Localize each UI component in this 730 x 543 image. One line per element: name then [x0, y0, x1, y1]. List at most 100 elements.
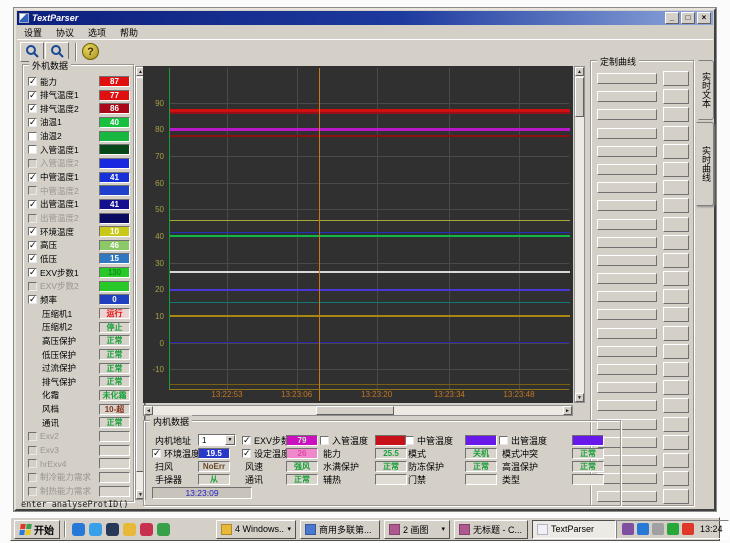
task-button[interactable]: 2 画图▾ [384, 520, 450, 539]
mail-icon[interactable] [89, 523, 102, 536]
curve-name-slot[interactable] [597, 273, 657, 284]
curve-name-slot[interactable] [597, 182, 657, 193]
curve-name-slot[interactable] [597, 291, 657, 302]
menu-item[interactable]: 协议 [49, 26, 81, 39]
chart-hscroll-thumb[interactable] [316, 406, 394, 415]
curve-name-slot[interactable] [597, 73, 657, 84]
plot-area[interactable] [169, 68, 569, 388]
curve-value-slot[interactable] [663, 162, 689, 177]
curve-value-slot[interactable] [663, 235, 689, 250]
messenger-icon[interactable] [157, 523, 170, 536]
curve-value-slot[interactable] [663, 398, 689, 413]
curve-value-slot[interactable] [663, 89, 689, 104]
checkbox[interactable]: ✓ [28, 268, 37, 277]
maximize-button[interactable]: □ [681, 12, 695, 24]
curve-name-slot[interactable] [597, 328, 657, 339]
curve-value-slot[interactable] [663, 417, 689, 432]
folder-icon[interactable] [123, 523, 136, 536]
curve-name-slot[interactable] [597, 346, 657, 357]
curve-value-slot[interactable] [663, 217, 689, 232]
checkbox[interactable] [499, 436, 508, 445]
curve-name-slot[interactable] [597, 200, 657, 211]
curve-name-slot[interactable] [597, 164, 657, 175]
network-icon[interactable] [637, 523, 649, 535]
curve-name-slot[interactable] [597, 255, 657, 266]
chart-vertical-scrollbar[interactable]: ▲ ▼ [574, 66, 585, 403]
checkbox[interactable]: ✓ [242, 449, 251, 458]
curve-value-slot[interactable] [663, 271, 689, 286]
checkbox[interactable]: ✓ [28, 173, 37, 182]
checkbox[interactable]: ✓ [28, 295, 37, 304]
im-icon[interactable] [667, 523, 679, 535]
curve-value-slot[interactable] [663, 362, 689, 377]
curve-value-slot[interactable] [663, 107, 689, 122]
curve-name-slot[interactable] [597, 109, 657, 120]
tab-realtime-text[interactable]: 实时文本 [698, 60, 714, 120]
title-bar[interactable]: TextParser _ □ × [17, 11, 713, 25]
media-icon[interactable] [140, 523, 153, 536]
curve-name-slot[interactable] [597, 364, 657, 375]
checkbox[interactable]: ✓ [28, 77, 37, 86]
scroll-right-icon[interactable]: ► [563, 406, 572, 415]
task-dropdown-arrow[interactable]: ▾ [441, 525, 445, 533]
menu-item[interactable]: 设置 [17, 26, 49, 39]
menu-item[interactable]: 选项 [81, 26, 113, 39]
checkbox[interactable]: ✓ [28, 118, 37, 127]
curve-name-slot[interactable] [597, 91, 657, 102]
curve-name-slot[interactable] [597, 309, 657, 320]
checkbox[interactable]: ✓ [28, 104, 37, 113]
curve-name-slot[interactable] [597, 237, 657, 248]
help-button[interactable]: ? [82, 43, 99, 60]
curve-value-slot[interactable] [663, 380, 689, 395]
curve-value-slot[interactable] [663, 471, 689, 486]
curve-name-slot[interactable] [597, 128, 657, 139]
menu-item[interactable]: 帮助 [113, 26, 145, 39]
curve-name-slot[interactable] [597, 146, 657, 157]
scroll-down-icon[interactable]: ▼ [575, 393, 584, 402]
curve-name-slot[interactable] [597, 400, 657, 411]
checkbox[interactable] [405, 436, 414, 445]
tab-realtime-curves[interactable]: 实时曲线 [696, 122, 714, 206]
curve-value-slot[interactable] [663, 180, 689, 195]
task-button[interactable]: 4 Windows...▾ [216, 520, 296, 539]
task-button[interactable]: TextParser [532, 520, 616, 539]
ie-icon[interactable] [72, 523, 85, 536]
scroll-left-icon[interactable]: ◄ [144, 406, 153, 415]
chart-plot[interactable]: 9080706050403020100-10 13:22:5313:23:061… [143, 66, 573, 403]
checkbox[interactable]: ✓ [28, 200, 37, 209]
task-button[interactable]: 商用多联第... [300, 520, 380, 539]
task-button[interactable]: 无标题 - C... [454, 520, 528, 539]
antivirus-icon[interactable] [682, 523, 694, 535]
checkbox[interactable]: ✓ [28, 254, 37, 263]
curve-value-slot[interactable] [663, 344, 689, 359]
curve-name-slot[interactable] [597, 382, 657, 393]
checkbox[interactable]: ✓ [242, 436, 251, 445]
address-dropdown[interactable]: 1▼ [198, 434, 236, 446]
checkbox[interactable] [28, 132, 37, 141]
checkbox[interactable] [320, 436, 329, 445]
close-button[interactable]: × [697, 12, 711, 24]
minimize-button[interactable]: _ [665, 12, 679, 24]
checkbox[interactable]: ✓ [28, 91, 37, 100]
curve-value-slot[interactable] [663, 71, 689, 86]
speaker-icon[interactable] [622, 523, 634, 535]
task-dropdown-arrow[interactable]: ▾ [287, 525, 291, 533]
checkbox[interactable]: ✓ [28, 227, 37, 236]
curve-value-slot[interactable] [663, 489, 689, 504]
checkbox[interactable]: ✓ [152, 449, 161, 458]
chart-vscroll-thumb[interactable] [575, 77, 584, 117]
curve-value-slot[interactable] [663, 453, 689, 468]
curve-value-slot[interactable] [663, 198, 689, 213]
curve-value-slot[interactable] [663, 307, 689, 322]
msn-icon[interactable] [106, 523, 119, 536]
curve-value-slot[interactable] [663, 289, 689, 304]
curve-value-slot[interactable] [663, 326, 689, 341]
updates-icon[interactable] [652, 523, 664, 535]
checkbox[interactable]: ✓ [28, 241, 37, 250]
dropdown-arrow-icon[interactable]: ▼ [225, 435, 235, 445]
checkbox[interactable] [28, 145, 37, 154]
chart-horizontal-scrollbar[interactable]: ◄ ► [143, 405, 573, 416]
curve-name-slot[interactable] [597, 219, 657, 230]
start-button[interactable]: 开始 [14, 520, 60, 539]
curve-value-slot[interactable] [663, 126, 689, 141]
